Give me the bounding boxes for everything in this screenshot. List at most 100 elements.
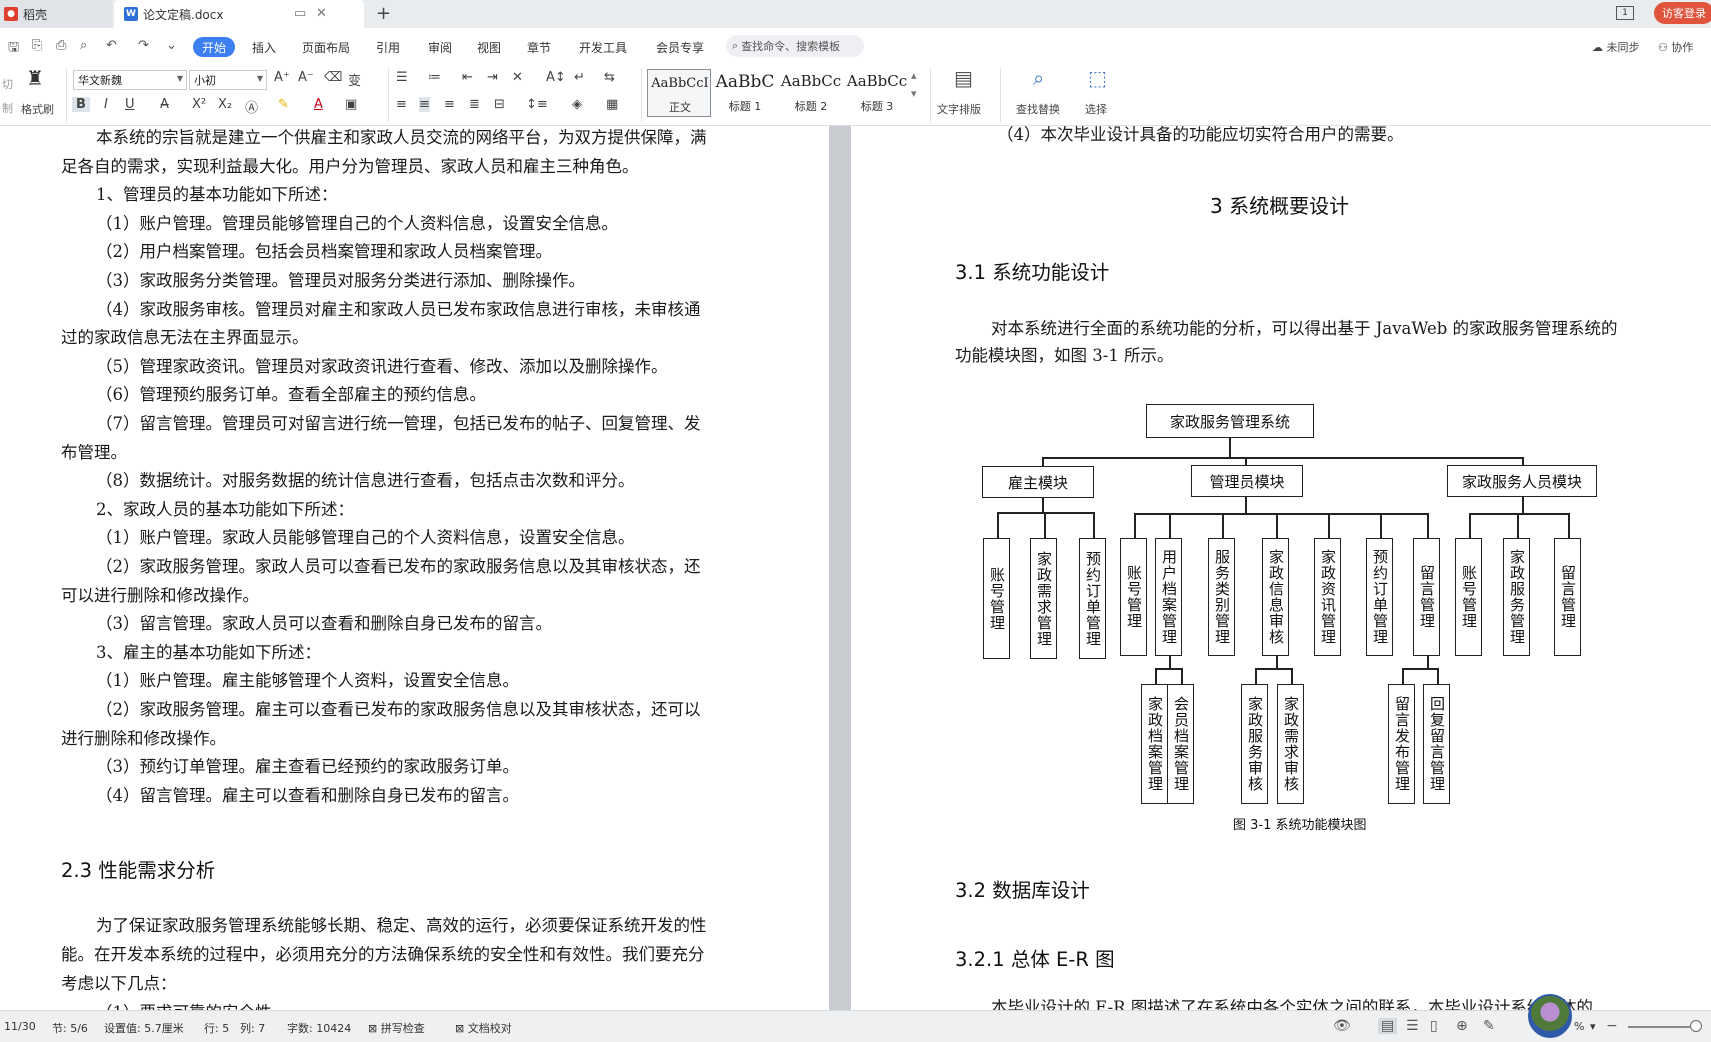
align-left-icon[interactable]: ≡ xyxy=(396,97,407,112)
zoom-slider[interactable] xyxy=(1628,1026,1690,1028)
customize-quick-access-icon[interactable]: ⌄ xyxy=(166,38,177,53)
tab-references[interactable]: 引用 xyxy=(376,37,400,57)
user-icon: ⚇ xyxy=(1658,41,1668,54)
tab-document[interactable]: W 论文定稿.docx ▭ ✕ xyxy=(114,0,364,28)
spellcheck-button[interactable]: ⊠ 拼写检查 xyxy=(368,1020,425,1036)
select-icon[interactable]: ⬚ xyxy=(1088,66,1107,90)
document-page-right[interactable]: （4）本次毕业设计具备的功能应切实符合用户的需要。 3 系统概要设计 3.1 系… xyxy=(851,126,1711,1010)
tab-home[interactable]: ● 稻壳 xyxy=(0,0,112,28)
tab-review[interactable]: 审阅 xyxy=(428,37,452,57)
reading-view-icon[interactable]: ▯ xyxy=(1430,1018,1438,1034)
command-search[interactable]: ⌕ 查找命令、搜索模板 xyxy=(726,35,864,57)
font-size-select[interactable]: 小初 ▼ xyxy=(189,70,267,90)
char-border-icon[interactable]: ▣ xyxy=(345,97,357,112)
subscript-icon[interactable]: X₂ xyxy=(218,97,232,112)
zoom-slider-handle[interactable] xyxy=(1690,1020,1702,1032)
clear-format-icon[interactable]: ⌫ xyxy=(324,70,342,85)
document-page-left[interactable]: 本系统的宗旨就是建立一个供雇主和家政人员交流的网络平台，为双方提供保障，满 足各自… xyxy=(0,126,829,1010)
find-replace-label[interactable]: 查找替换 xyxy=(1016,101,1060,117)
text-layout-icon[interactable]: ▤ xyxy=(954,66,973,90)
export-icon[interactable]: ⎘ xyxy=(32,38,42,53)
diagram-connector xyxy=(1567,513,1570,538)
format-painter-icon[interactable]: ♜ xyxy=(26,66,44,90)
collaborate-button[interactable]: ⚇ 协作 xyxy=(1658,39,1693,55)
doc-check-button[interactable]: ⊠ 文档校对 xyxy=(455,1020,512,1036)
line-spacing-icon[interactable]: ↕≡ xyxy=(526,97,548,112)
write-view-icon[interactable]: ✎ xyxy=(1483,1018,1495,1034)
phonetic-guide-icon[interactable]: 变 xyxy=(348,70,361,89)
style-heading-2[interactable]: AaBbCc 标题 2 xyxy=(779,69,843,117)
italic-icon[interactable]: I xyxy=(104,97,108,112)
page-view-icon[interactable]: ▤ xyxy=(1378,1018,1398,1034)
find-replace-icon[interactable]: ⌕ xyxy=(1033,66,1044,90)
grow-font-icon[interactable]: A⁺ xyxy=(274,70,290,85)
styles-scroll-up-icon[interactable]: ▴ xyxy=(911,69,917,82)
style-heading-3[interactable]: AaBbCc 标题 3 xyxy=(845,69,909,117)
outline-view-icon[interactable]: ☰ xyxy=(1406,1018,1419,1034)
justify-icon[interactable]: ≣ xyxy=(469,97,480,112)
align-right-icon[interactable]: ≡ xyxy=(444,97,455,112)
text-layout-label[interactable]: 文字排版 xyxy=(937,101,981,117)
sync-status[interactable]: ☁ 未同步 xyxy=(1592,39,1640,55)
style-heading-1[interactable]: AaBbC 标题 1 xyxy=(713,69,777,117)
setting-value[interactable]: 设置值: 5.7厘米 xyxy=(104,1020,184,1036)
shrink-font-icon[interactable]: A⁻ xyxy=(298,70,314,85)
decrease-indent-icon[interactable]: ⇤ xyxy=(462,70,473,85)
zoom-suffix[interactable]: % xyxy=(1574,1020,1584,1033)
eye-protection-icon[interactable]: 👁 xyxy=(1333,1018,1351,1034)
font-color-icon[interactable]: A xyxy=(314,97,323,112)
redo-icon[interactable]: ↷ xyxy=(138,38,149,53)
section-heading-3-1: 3.1 系统功能设计 xyxy=(955,261,1110,284)
show-marks-icon[interactable]: ⇆ xyxy=(604,70,615,85)
zoom-dropdown-icon[interactable]: ▾ xyxy=(1590,1020,1596,1033)
line-break-icon[interactable]: ↵ xyxy=(574,70,585,85)
font-name-select[interactable]: 华文新魏 ▼ xyxy=(73,70,187,90)
text-direction-icon[interactable]: A↕ xyxy=(546,70,566,85)
style-normal[interactable]: AaBbCcI 正文 xyxy=(647,69,711,117)
page-indicator[interactable]: 1 xyxy=(1616,6,1634,20)
close-tab-icon[interactable]: ✕ xyxy=(316,6,327,21)
tab-insert[interactable]: 插入 xyxy=(252,37,276,57)
styles-scroll-down-icon[interactable]: ▾ xyxy=(911,87,917,100)
cut-label[interactable]: 切 xyxy=(2,76,13,92)
print-icon[interactable]: ⎙ xyxy=(56,38,66,53)
format-painter-label[interactable]: 格式刷 xyxy=(21,101,54,117)
distributed-icon[interactable]: ⊟ xyxy=(494,97,505,112)
highlight-icon[interactable]: ✎ xyxy=(278,97,289,112)
tab-developer[interactable]: 开发工具 xyxy=(579,37,627,57)
new-tab-button[interactable]: + xyxy=(376,3,391,24)
row-indicator[interactable]: 行: 5 xyxy=(204,1020,229,1036)
shading-icon[interactable]: ◈ xyxy=(572,97,582,112)
increase-indent-icon[interactable]: ⇥ xyxy=(487,70,498,85)
underline-icon[interactable]: U xyxy=(125,97,135,112)
select-label[interactable]: 选择 xyxy=(1085,101,1107,117)
tab-chapter[interactable]: 章节 xyxy=(527,37,551,57)
web-view-icon[interactable]: ⊕ xyxy=(1456,1018,1468,1034)
align-center-icon[interactable]: ≡ xyxy=(419,97,430,112)
superscript-icon[interactable]: X² xyxy=(192,97,206,112)
tab-page-layout[interactable]: 页面布局 xyxy=(302,37,350,57)
save-icon[interactable]: 🖫 xyxy=(8,38,19,60)
tab-member[interactable]: 会员专享 xyxy=(656,37,704,57)
bold-icon[interactable]: B xyxy=(72,97,90,112)
numbered-list-icon[interactable]: ≔ xyxy=(428,70,441,85)
section-indicator[interactable]: 节: 5/6 xyxy=(52,1020,88,1036)
tab-start[interactable]: 开始 xyxy=(193,37,236,57)
bullet-list-icon[interactable]: ☰ xyxy=(396,70,408,85)
float-window-icon[interactable]: ▭ xyxy=(294,6,306,21)
print-preview-icon[interactable]: ⌕ xyxy=(80,38,87,53)
paragraph-line: 为了保证家政服务管理系统能够长期、稳定、高效的运行，必须要保证系统开发的性 xyxy=(96,916,707,935)
tab-view[interactable]: 视图 xyxy=(477,37,501,57)
avatar[interactable] xyxy=(1528,994,1572,1038)
page-count[interactable]: 11/30 xyxy=(4,1020,36,1033)
copy-label[interactable]: 制 xyxy=(2,100,13,116)
zoom-out-icon[interactable]: − xyxy=(1606,1018,1618,1034)
borders-icon[interactable]: ▦ xyxy=(606,97,618,112)
undo-icon[interactable]: ↶ xyxy=(106,38,117,53)
text-effect-icon[interactable]: Ⓐ xyxy=(245,97,258,116)
chinese-layout-icon[interactable]: ✕ xyxy=(512,70,523,85)
word-count[interactable]: 字数: 10424 xyxy=(287,1020,351,1036)
column-indicator[interactable]: 列: 7 xyxy=(240,1020,265,1036)
visitor-login-button[interactable]: 访客登录 xyxy=(1654,2,1711,24)
strikethrough-icon[interactable]: A̶ xyxy=(160,97,169,112)
